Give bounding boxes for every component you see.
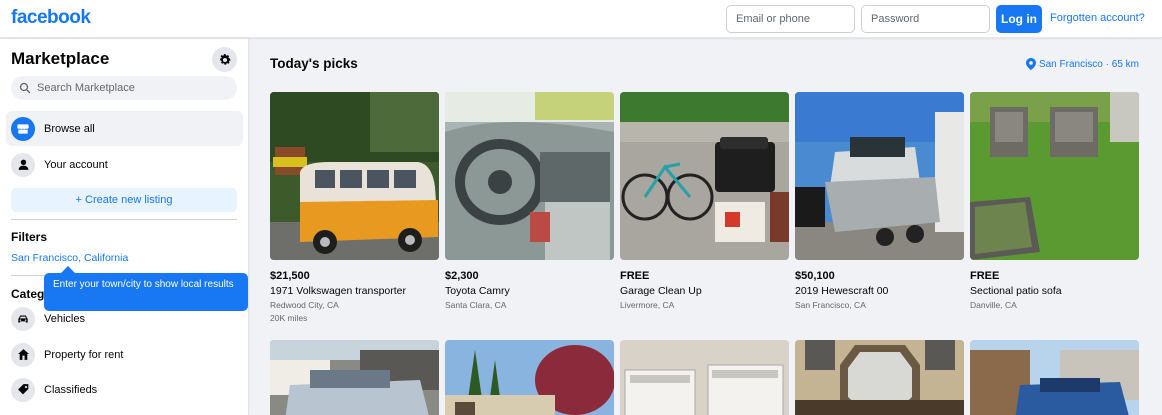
listing-location: Livermore, CA bbox=[620, 300, 675, 310]
listing-card[interactable]: $50,100 2019 Hewescraft 00 San Francisco… bbox=[795, 92, 964, 310]
listing-price: FREE bbox=[620, 270, 650, 282]
house-icon bbox=[17, 349, 29, 360]
page-title: Marketplace bbox=[11, 49, 110, 68]
location-label: San Francisco · 65 km bbox=[1038, 58, 1139, 70]
listing-mileage: 20K miles bbox=[270, 313, 308, 323]
section-title: Today's picks bbox=[270, 56, 358, 71]
listing-title: 1971 Volkswagen transporter bbox=[270, 285, 407, 297]
storefront-icon bbox=[17, 123, 29, 134]
sidebar-item-label: Browse all bbox=[44, 122, 95, 135]
sidebar-item-browse-all[interactable]: Browse all bbox=[6, 111, 243, 146]
create-listing-button[interactable]: + Create new listing bbox=[11, 188, 237, 212]
listing-title: Sectional patio sofa bbox=[970, 285, 1062, 297]
listing-location: San Francisco, CA bbox=[795, 300, 866, 310]
listing-price: $50,100 bbox=[795, 270, 835, 282]
categories-heading: Categ bbox=[11, 287, 45, 301]
divider bbox=[11, 219, 237, 220]
listing-photo[interactable] bbox=[270, 340, 439, 415]
tooltip-arrow bbox=[61, 266, 75, 273]
sidebar: Marketplace Browse all Your account + Cr… bbox=[0, 39, 248, 415]
listing-card[interactable]: $2,300 Toyota Camry Santa Clara, CA bbox=[445, 92, 614, 310]
password-field[interactable] bbox=[861, 5, 990, 33]
listing-location: Danville, CA bbox=[970, 300, 1017, 310]
listing-photo[interactable] bbox=[620, 340, 789, 415]
car-icon bbox=[18, 315, 28, 322]
login-button[interactable]: Log in bbox=[996, 5, 1042, 33]
email-field[interactable] bbox=[726, 5, 855, 33]
listing-photo bbox=[445, 92, 614, 260]
main-content: Today's picks San Francisco · 65 km $21,… bbox=[248, 39, 1162, 415]
sidebar-item-label: Your account bbox=[44, 158, 108, 171]
listing-location: Santa Clara, CA bbox=[445, 300, 507, 310]
gear-icon bbox=[219, 53, 230, 65]
listing-price: $2,300 bbox=[445, 270, 479, 282]
filters-heading: Filters bbox=[11, 230, 48, 244]
location-selector[interactable]: San Francisco · 65 km bbox=[1025, 58, 1139, 70]
user-icon bbox=[18, 159, 28, 170]
listing-card[interactable]: FREE Sectional patio sofa Danville, CA bbox=[970, 92, 1139, 310]
sidebar-item-your-account[interactable]: Your account bbox=[6, 147, 243, 182]
search-input[interactable] bbox=[37, 82, 227, 94]
listing-photo bbox=[795, 92, 964, 260]
listing-photo bbox=[270, 92, 439, 260]
settings-button[interactable] bbox=[212, 47, 237, 72]
location-tooltip: Enter your town/city to show local resul… bbox=[44, 273, 248, 311]
top-bar: facebook Log in Forgotten account? bbox=[0, 0, 1162, 38]
sidebar-item-label: Classifieds bbox=[44, 383, 98, 396]
search-icon bbox=[19, 82, 31, 94]
listing-card[interactable]: $21,500 1971 Volkswagen transporter Redw… bbox=[270, 92, 439, 323]
facebook-logo[interactable]: facebook bbox=[11, 7, 91, 29]
sidebar-item-label: Vehicles bbox=[44, 312, 85, 325]
listing-price: FREE bbox=[970, 270, 1000, 282]
listing-title: Garage Clean Up bbox=[620, 285, 702, 297]
listing-title: Toyota Camry bbox=[445, 285, 510, 297]
sidebar-item-classifieds[interactable]: Classifieds bbox=[6, 372, 243, 407]
location-filter-link[interactable]: San Francisco, California bbox=[11, 252, 128, 264]
listing-location: Redwood City, CA bbox=[270, 300, 339, 310]
listing-photo bbox=[620, 92, 789, 260]
listing-photo bbox=[970, 92, 1139, 260]
listing-photo[interactable] bbox=[795, 340, 964, 415]
forgot-account-link[interactable]: Forgotten account? bbox=[1050, 12, 1145, 24]
sidebar-item-property-for-rent[interactable]: Property for rent bbox=[6, 337, 243, 372]
listing-title: 2019 Hewescraft 00 bbox=[795, 285, 889, 297]
listing-photo[interactable] bbox=[445, 340, 614, 415]
listing-price: $21,500 bbox=[270, 270, 310, 282]
listing-card[interactable]: FREE Garage Clean Up Livermore, CA bbox=[620, 92, 789, 310]
listing-photo[interactable] bbox=[970, 340, 1139, 415]
tag-icon bbox=[17, 384, 28, 395]
marketplace-search[interactable] bbox=[11, 76, 237, 100]
location-pin-icon bbox=[1025, 58, 1036, 70]
sidebar-item-label: Property for rent bbox=[44, 348, 124, 361]
